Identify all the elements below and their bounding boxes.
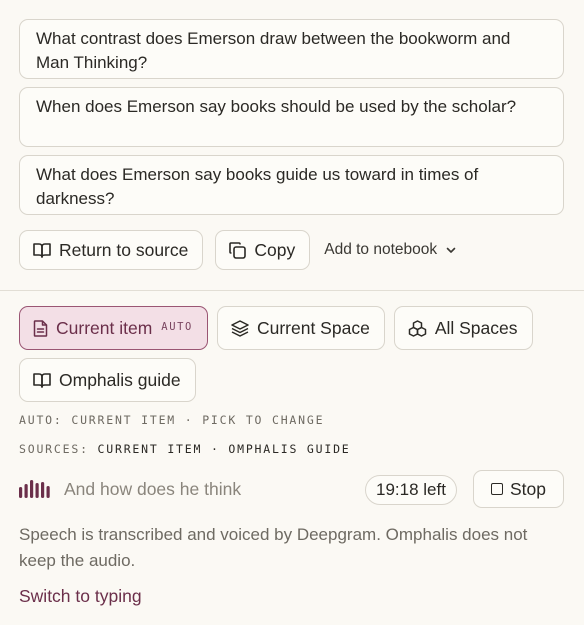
scope-row: Omphalis guide [19,358,569,402]
scope-all-spaces-label: All Spaces [434,317,518,338]
scope-all-spaces[interactable]: All Spaces [393,306,533,350]
book-open-icon [33,243,51,258]
audio-level-icon [19,480,50,498]
copy-icon [229,241,247,259]
copy-button[interactable]: Copy [215,230,311,270]
answer-actions: Return to source Copy Add to notebook [19,230,456,270]
scope-picker: Current item AUTO Current Space All Spac… [19,306,569,410]
scope-omphalis-guide-label: Omphalis guide [59,369,181,390]
suggestion-chip[interactable]: When does Emerson say books should be us… [19,87,564,147]
voice-session: And how does he think 19:18 left Stop [19,470,564,508]
live-transcript: And how does he think [64,479,242,499]
layers-icon [231,319,249,337]
suggested-questions: What contrast does Emerson draw between … [19,19,564,223]
book-open-icon [33,373,51,388]
boxes-icon [408,319,427,337]
suggestion-chip[interactable]: What does Emerson say books guide us tow… [19,155,564,215]
add-to-notebook-dropdown[interactable]: Add to notebook [324,241,456,259]
time-left-badge: 19:18 left [365,475,457,505]
stop-icon [491,483,503,495]
add-to-notebook-label: Add to notebook [324,241,438,258]
scope-status: AUTO: CURRENT ITEM · PICK TO CHANGE [19,413,325,427]
document-icon [33,319,48,337]
assistant-panel: What contrast does Emerson draw between … [0,0,584,625]
return-to-source-button[interactable]: Return to source [19,230,204,270]
chevron-down-icon [446,247,456,253]
scope-current-space[interactable]: Current Space [216,306,385,350]
scope-current-item[interactable]: Current item AUTO [19,306,208,350]
scope-current-item-label: Current item [56,317,153,338]
privacy-note: Speech is transcribed and voiced by Deep… [19,525,528,570]
auto-badge: AUTO [161,321,193,333]
scope-omphalis-guide[interactable]: Omphalis guide [19,358,196,402]
section-divider [0,290,584,291]
scope-current-space-label: Current Space [256,317,370,338]
sources-value: CURRENT ITEM · OMPHALIS GUIDE [97,442,351,456]
stop-label: Stop [510,478,546,499]
switch-to-typing-link[interactable]: Switch to typing [19,586,142,607]
copy-label: Copy [254,239,296,260]
return-to-source-label: Return to source [59,239,189,260]
suggestion-chip[interactable]: What contrast does Emerson draw between … [19,19,564,79]
stop-button[interactable]: Stop [473,470,564,508]
sources-label: SOURCES: [19,442,89,456]
scope-row: Current item AUTO Current Space All Spac… [19,306,569,350]
sources-line: SOURCES: CURRENT ITEM · OMPHALIS GUIDE [19,442,351,456]
